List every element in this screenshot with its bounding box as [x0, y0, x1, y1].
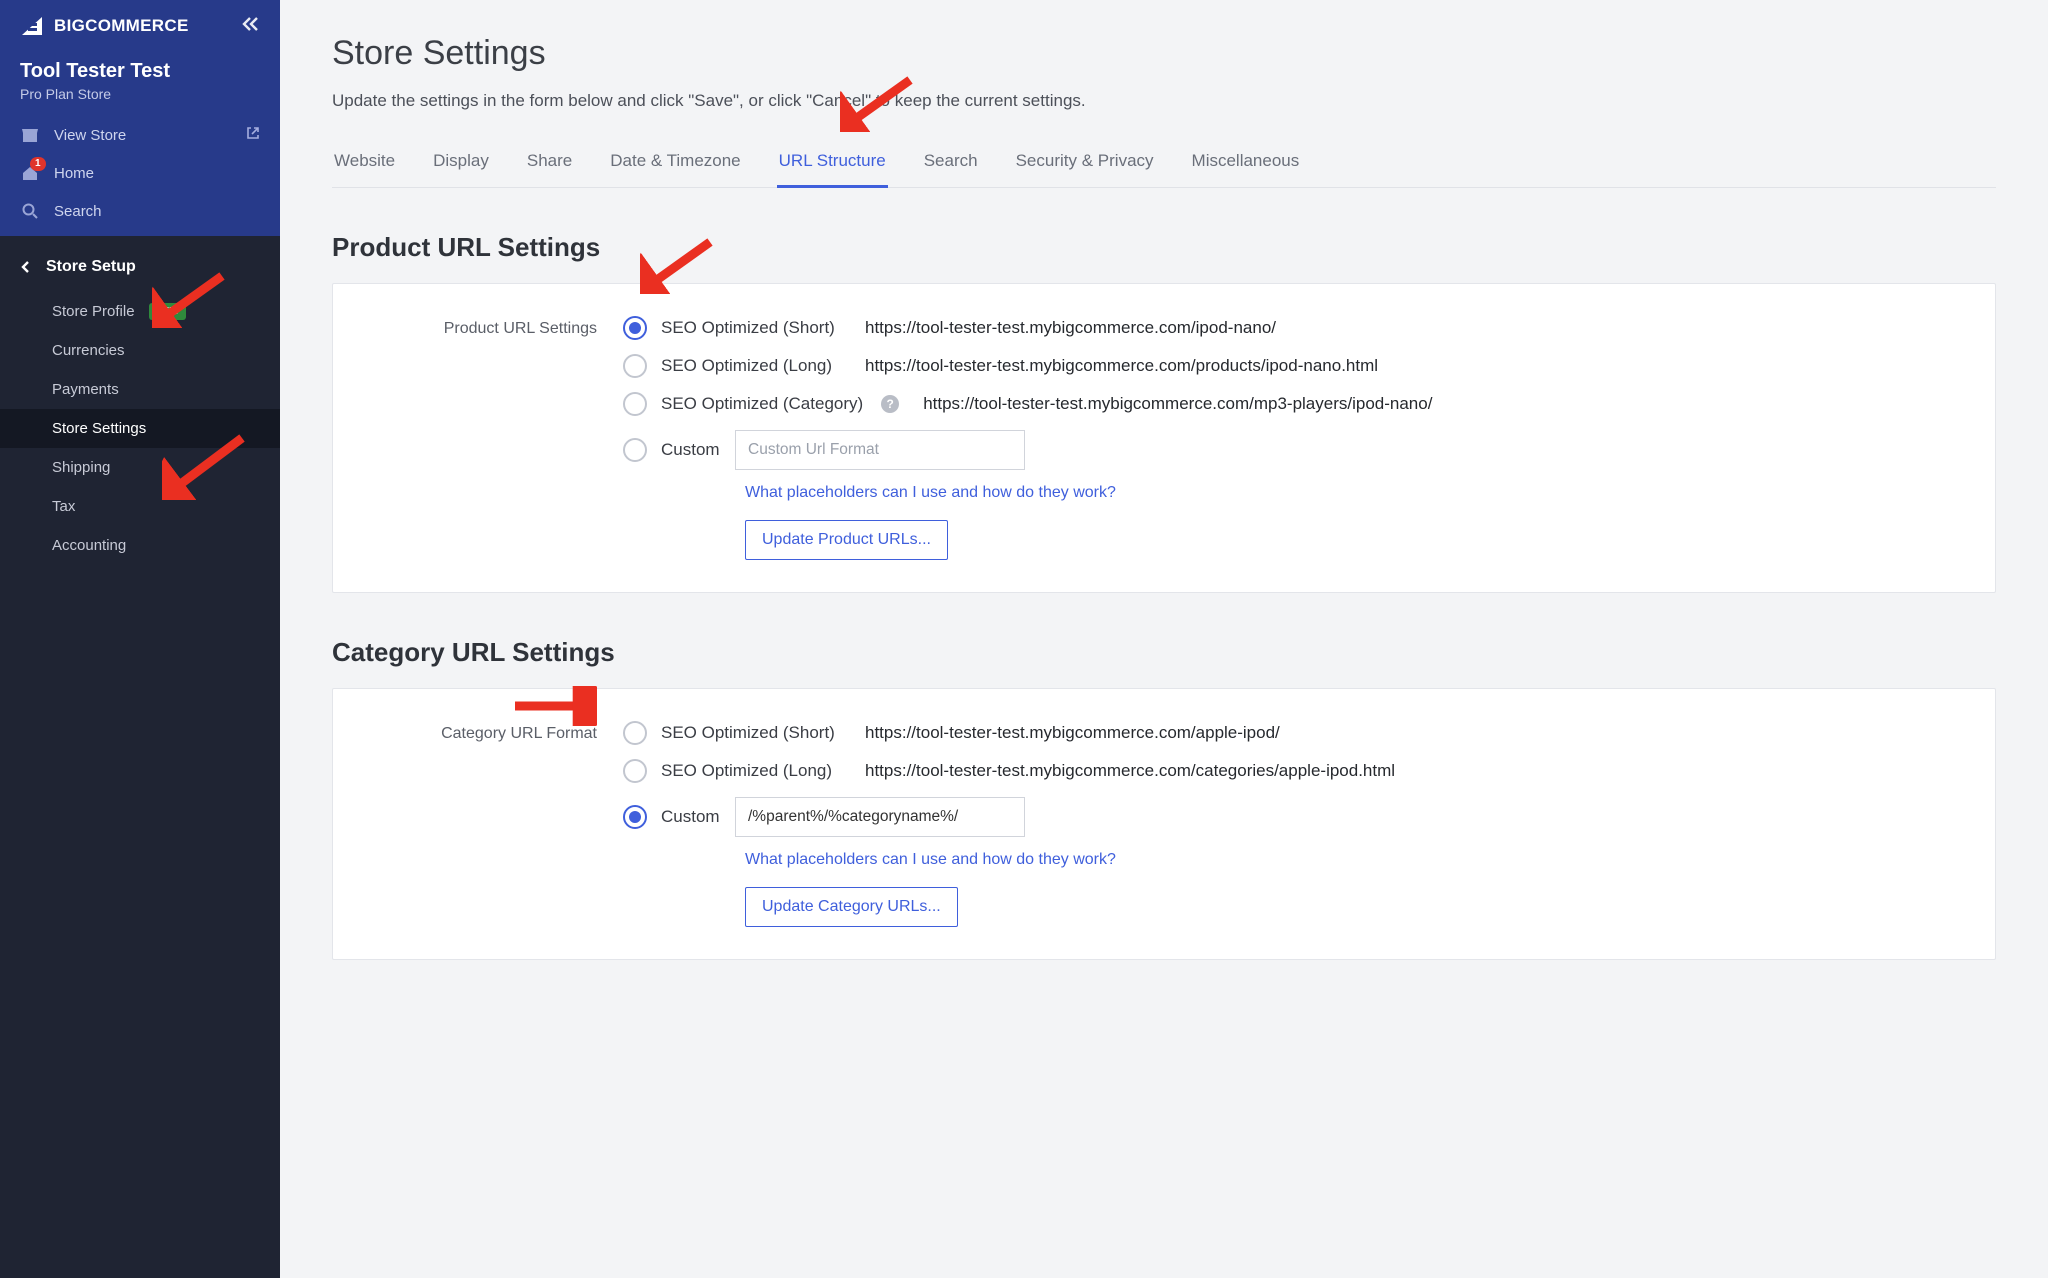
option-label: Custom: [661, 807, 721, 827]
store-plan: Pro Plan Store: [20, 86, 260, 102]
tab-date-timezone[interactable]: Date & Timezone: [608, 151, 742, 188]
section-heading-category-url: Category URL Settings: [332, 637, 1996, 668]
page-subtitle: Update the settings in the form below an…: [332, 91, 1996, 111]
option-label: SEO Optimized (Category): [661, 394, 863, 414]
tab-url-structure[interactable]: URL Structure: [777, 151, 888, 188]
brand-logo: BIGCOMMERCE: [20, 15, 189, 37]
option-label: SEO Optimized (Long): [661, 356, 851, 376]
home-badge: 1: [30, 157, 46, 171]
store-icon: [20, 126, 40, 144]
url-example: https://tool-tester-test.mybigcommerce.c…: [865, 761, 1395, 781]
url-example: https://tool-tester-test.mybigcommerce.c…: [865, 356, 1378, 376]
sidebar-item-label: Payments: [52, 381, 119, 398]
search-icon: [20, 202, 40, 220]
sidebar-item-store-profile[interactable]: Store Profile NEW: [0, 292, 280, 331]
category-custom-url-input[interactable]: [735, 797, 1025, 837]
store-name: Tool Tester Test: [20, 60, 260, 82]
product-url-row-label: Product URL Settings: [333, 316, 623, 338]
collapse-sidebar-icon[interactable]: [240, 14, 260, 38]
sidebar-link-home[interactable]: 1 Home: [0, 154, 280, 192]
tab-website[interactable]: Website: [332, 151, 397, 188]
url-example: https://tool-tester-test.mybigcommerce.c…: [923, 394, 1432, 414]
sidebar-label: Home: [54, 165, 94, 182]
update-category-urls-button[interactable]: Update Category URLs...: [745, 887, 958, 927]
placeholders-help-link[interactable]: What placeholders can I use and how do t…: [745, 484, 1116, 501]
tab-share[interactable]: Share: [525, 151, 574, 188]
sidebar-link-view-store[interactable]: View Store: [0, 116, 280, 154]
radio-category-seo-long[interactable]: [623, 759, 647, 783]
sidebar-group-store-setup[interactable]: Store Setup: [0, 242, 280, 292]
radio-product-seo-category[interactable]: [623, 392, 647, 416]
radio-category-custom[interactable]: [623, 805, 647, 829]
sidebar-link-search[interactable]: Search: [0, 192, 280, 230]
sidebar-item-label: Currencies: [52, 342, 125, 359]
sidebar-item-label: Tax: [52, 498, 75, 515]
external-link-icon: [246, 126, 260, 144]
sidebar-item-shipping[interactable]: Shipping: [0, 448, 280, 487]
tab-display[interactable]: Display: [431, 151, 491, 188]
settings-tabs: Website Display Share Date & Timezone URL St…: [332, 151, 1996, 188]
option-label: SEO Optimized (Short): [661, 723, 851, 743]
tab-security-privacy[interactable]: Security & Privacy: [1014, 151, 1156, 188]
sidebar-label: Search: [54, 203, 102, 220]
update-product-urls-button[interactable]: Update Product URLs...: [745, 520, 948, 560]
chevron-left-icon: [20, 260, 34, 274]
option-label: Custom: [661, 440, 721, 460]
tab-miscellaneous[interactable]: Miscellaneous: [1190, 151, 1302, 188]
sidebar-item-label: Shipping: [52, 459, 110, 476]
page-title: Store Settings: [332, 34, 1996, 73]
sidebar-item-payments[interactable]: Payments: [0, 370, 280, 409]
category-url-row-label: Category URL Format: [333, 721, 623, 743]
main-content: Store Settings Update the settings in th…: [280, 0, 2048, 1278]
new-badge: NEW: [149, 303, 186, 320]
radio-product-custom[interactable]: [623, 438, 647, 462]
brand-name-commerce: COMMERCE: [85, 16, 188, 35]
sidebar-item-label: Store Settings: [52, 420, 146, 437]
sidebar-item-accounting[interactable]: Accounting: [0, 526, 280, 565]
radio-category-seo-short[interactable]: [623, 721, 647, 745]
sidebar-item-store-settings[interactable]: Store Settings: [0, 409, 280, 448]
radio-product-seo-short[interactable]: [623, 316, 647, 340]
category-url-card: Category URL Format SEO Optimized (Short…: [332, 688, 1996, 960]
product-custom-url-input[interactable]: [735, 430, 1025, 470]
brand-name-big: BIG: [54, 16, 85, 35]
url-example: https://tool-tester-test.mybigcommerce.c…: [865, 318, 1276, 338]
sidebar-group-label: Store Setup: [46, 258, 136, 276]
sidebar-item-label: Store Profile: [52, 303, 135, 320]
tab-search[interactable]: Search: [922, 151, 980, 188]
sidebar-label: View Store: [54, 127, 126, 144]
product-url-card: Product URL Settings SEO Optimized (Shor…: [332, 283, 1996, 593]
url-example: https://tool-tester-test.mybigcommerce.c…: [865, 723, 1280, 743]
sidebar: BIGCOMMERCE Tool Tester Test Pro Plan St…: [0, 0, 280, 1278]
radio-product-seo-long[interactable]: [623, 354, 647, 378]
placeholders-help-link[interactable]: What placeholders can I use and how do t…: [745, 851, 1116, 868]
sidebar-item-currencies[interactable]: Currencies: [0, 331, 280, 370]
help-icon[interactable]: ?: [881, 395, 899, 413]
brand-logo-icon: [20, 15, 48, 37]
sidebar-item-tax[interactable]: Tax: [0, 487, 280, 526]
section-heading-product-url: Product URL Settings: [332, 232, 1996, 263]
option-label: SEO Optimized (Long): [661, 761, 851, 781]
option-label: SEO Optimized (Short): [661, 318, 851, 338]
sidebar-item-label: Accounting: [52, 537, 126, 554]
